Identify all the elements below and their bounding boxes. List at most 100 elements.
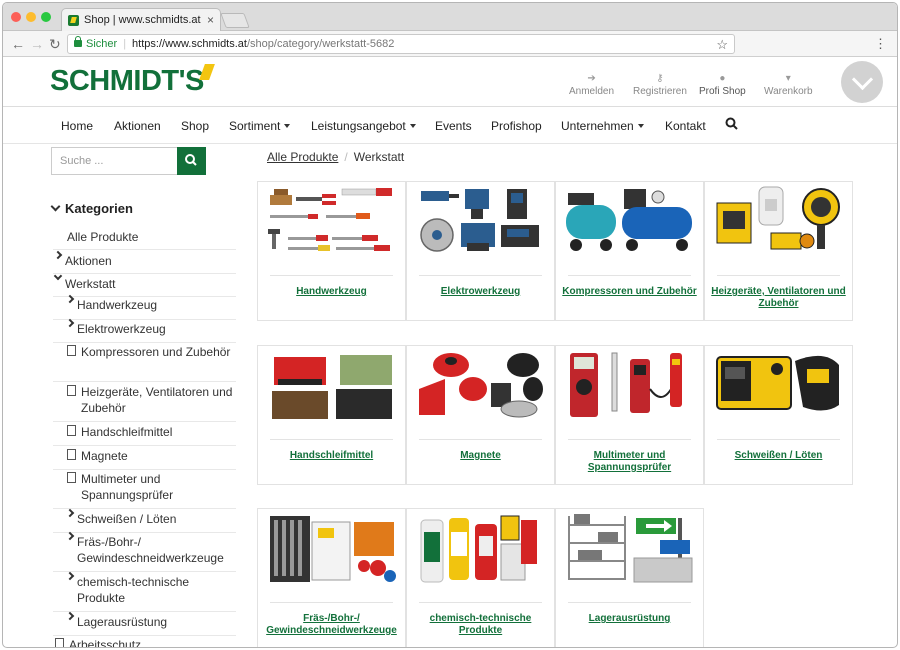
close-tab-icon[interactable]: × xyxy=(207,13,214,27)
product-card-label[interactable]: Handschleifmittel xyxy=(264,450,399,462)
header-link-login[interactable]: ➔ Anmelden xyxy=(569,73,614,97)
product-card-label[interactable]: chemisch-technische Produkte xyxy=(413,613,548,637)
product-card-fraes-bohr[interactable]: Fräs-/Bohr-/ Gewindeschneidwerkzeuge xyxy=(257,508,406,647)
breadcrumb: Alle Produkte / Werkstatt xyxy=(267,150,404,164)
logo-text: SCHMIDT'S xyxy=(50,65,204,97)
product-card-magnete[interactable]: Magnete xyxy=(406,345,555,485)
sidebar-item-magnete[interactable]: Magnete xyxy=(53,448,236,470)
sidebar-item-elektrowerkzeug[interactable]: Elektrowerkzeug xyxy=(53,318,236,343)
sidebar-item-alle-produkte[interactable]: Alle Produkte xyxy=(53,229,236,250)
sidebar-item-lagerausruestung[interactable]: Lagerausrüstung xyxy=(53,611,236,636)
product-card-label[interactable]: Schweißen / Löten xyxy=(711,450,846,462)
product-card-label[interactable]: Handwerkzeug xyxy=(264,286,399,298)
sidebar-item-label: Fräs-/Bohr-/ Gewindeschneidwerkzeuge xyxy=(77,535,224,565)
login-icon: ➔ xyxy=(587,73,596,84)
forward-arrow-icon[interactable]: → xyxy=(30,36,44,52)
product-card-label[interactable]: Multimeter und Spannungsprüfer xyxy=(562,450,697,474)
url-input[interactable]: Sicher | https://www.schmidts.at/shop/cate… xyxy=(67,34,735,54)
sidebar-item-fraes-bohr[interactable]: Fräs-/Bohr-/ Gewindeschneidwerkzeuge xyxy=(53,531,236,572)
heaters-image xyxy=(716,186,840,250)
browser-menu-icon[interactable]: ⋮ xyxy=(874,36,887,52)
product-card-schweissen[interactable]: Schweißen / Löten xyxy=(704,345,853,485)
nav-item-events[interactable]: Events xyxy=(435,119,472,133)
minimize-window-icon[interactable] xyxy=(26,12,36,22)
scroll-down-button[interactable] xyxy=(841,61,883,103)
browser-tab[interactable]: Shop | www.schmidts.at × xyxy=(61,8,221,31)
sidebar-item-label: Magnete xyxy=(81,449,128,463)
card-divider xyxy=(419,602,542,603)
product-card-label[interactable]: Elektrowerkzeug xyxy=(413,286,548,298)
card-divider xyxy=(270,602,393,603)
nav-item-shop[interactable]: Shop xyxy=(181,119,209,133)
sanding-image xyxy=(272,355,392,419)
sidebar-item-handschleifmittel[interactable]: Handschleifmittel xyxy=(53,424,236,446)
product-card-handschleifmittel[interactable]: Handschleifmittel xyxy=(257,345,406,485)
nav-item-leistungsangebot[interactable]: Leistungsangebot xyxy=(311,119,416,133)
nav-item-unternehmen[interactable]: Unternehmen xyxy=(561,119,644,133)
sidebar-item-chemisch[interactable]: chemisch-technische Produkte xyxy=(53,571,236,612)
nav-item-profishop[interactable]: Profishop xyxy=(491,119,542,133)
sidebar-item-handwerkzeug[interactable]: Handwerkzeug xyxy=(53,294,236,320)
search-input[interactable]: Suche ... xyxy=(51,147,178,175)
document-icon xyxy=(67,449,76,460)
product-card-label[interactable]: Lagerausrüstung xyxy=(562,613,697,625)
nav-item-home[interactable]: Home xyxy=(61,119,93,133)
chevron-right-icon xyxy=(65,571,75,581)
card-divider xyxy=(419,439,542,440)
nav-item-kontakt[interactable]: Kontakt xyxy=(665,119,706,133)
back-arrow-icon[interactable]: ← xyxy=(11,36,25,52)
product-card-heizgeraete[interactable]: Heizgeräte, Ventilatoren und Zubehör xyxy=(704,181,853,321)
site-logo[interactable]: SCHMIDT'S xyxy=(50,64,215,98)
product-card-chemisch[interactable]: chemisch-technische Produkte xyxy=(406,508,555,647)
header-link-profi-shop[interactable]: ● Profi Shop xyxy=(699,73,746,97)
new-tab-button[interactable] xyxy=(220,13,250,28)
product-card-elektrowerkzeug[interactable]: Elektrowerkzeug xyxy=(406,181,555,321)
sidebar-item-arbeitsschutz[interactable]: Arbeitsschutz xyxy=(53,637,236,647)
nav-label: Aktionen xyxy=(114,119,161,133)
nav-label: Leistungsangebot xyxy=(311,119,406,133)
card-divider xyxy=(568,602,691,603)
reload-icon[interactable]: ↻ xyxy=(49,36,61,53)
compressors-image xyxy=(566,189,692,251)
product-card-lagerausruestung[interactable]: Lagerausrüstung xyxy=(555,508,704,647)
sidebar-item-schweissen[interactable]: Schweißen / Löten xyxy=(53,508,236,533)
categories-title: Kategorien xyxy=(65,201,133,216)
product-card-label[interactable]: Magnete xyxy=(413,450,548,462)
product-card-kompressoren[interactable]: Kompressoren und Zubehör xyxy=(555,181,704,321)
caret-down-icon xyxy=(284,124,291,128)
sidebar-item-aktionen[interactable]: Aktionen xyxy=(53,250,236,274)
header-link-cart[interactable]: ▾ Warenkorb xyxy=(764,73,813,97)
document-icon xyxy=(67,345,76,356)
nav-label: Profishop xyxy=(491,119,542,133)
sidebar-item-heizgeraete[interactable]: Heizgeräte, Ventilatoren und Zubehör xyxy=(53,384,236,422)
search-button[interactable] xyxy=(177,147,206,175)
product-card-multimeter[interactable]: Multimeter und Spannungsprüfer xyxy=(555,345,704,485)
storage-image xyxy=(568,514,693,583)
breadcrumb-link-alle-produkte[interactable]: Alle Produkte xyxy=(267,150,338,164)
sidebar-item-kompressoren[interactable]: Kompressoren und Zubehör xyxy=(53,344,236,382)
product-card-label[interactable]: Heizgeräte, Ventilatoren und Zubehör xyxy=(711,286,846,310)
card-divider xyxy=(419,275,542,276)
welding-image xyxy=(716,355,839,411)
nav-item-aktionen[interactable]: Aktionen xyxy=(114,119,161,133)
nav-label: Home xyxy=(61,119,94,133)
sidebar-item-multimeter[interactable]: Multimeter und Spannungsprüfer xyxy=(53,471,236,509)
cart-icon: ▾ xyxy=(785,73,791,84)
header-link-register[interactable]: ⚷ Registrieren xyxy=(633,73,687,97)
maximize-window-icon[interactable] xyxy=(41,12,51,22)
sidebar-item-werkstatt[interactable]: Werkstatt xyxy=(53,271,236,297)
sidebar-item-label: Schweißen / Löten xyxy=(77,512,177,526)
categories-heading[interactable]: Kategorien xyxy=(50,201,133,216)
close-window-icon[interactable] xyxy=(11,12,21,22)
search-placeholder: Suche ... xyxy=(60,155,104,167)
chevron-right-icon xyxy=(53,250,63,260)
header-link-label: Registrieren xyxy=(633,86,687,97)
sidebar-item-label: Heizgeräte, Ventilatoren und Zubehör xyxy=(81,385,233,415)
product-card-handwerkzeug[interactable]: Handwerkzeug xyxy=(257,181,406,321)
nav-item-sortiment[interactable]: Sortiment xyxy=(229,119,291,133)
bookmark-star-icon[interactable]: ☆ xyxy=(716,37,728,53)
search-icon[interactable] xyxy=(725,117,738,130)
product-card-label[interactable]: Kompressoren und Zubehör xyxy=(562,286,697,298)
browser-window: Shop | www.schmidts.at × ← → ↻ Sicher | ht… xyxy=(2,2,898,648)
product-card-label[interactable]: Fräs-/Bohr-/ Gewindeschneidwerkzeuge xyxy=(264,613,399,637)
